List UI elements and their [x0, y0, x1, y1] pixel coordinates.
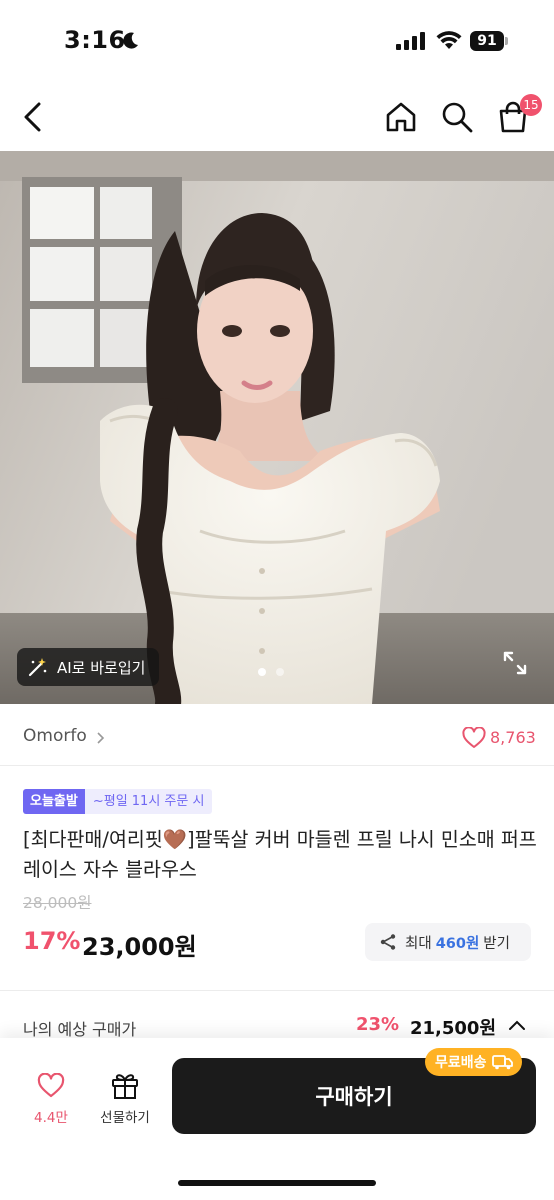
search-icon[interactable] [438, 98, 476, 136]
sale-price: 23,000원 [82, 933, 197, 961]
like-count: 8,763 [490, 728, 536, 747]
cellular-signal-icon [396, 32, 425, 50]
ai-try-on-label: AI로 바로입기 [57, 658, 146, 677]
delivery-badge: 오늘출발 ~평일 11시 주문 시 [23, 789, 213, 814]
ai-try-on-button[interactable]: AI로 바로입기 [17, 648, 159, 686]
wishlist-heart-icon[interactable] [37, 1073, 65, 1099]
moon-icon [123, 32, 138, 49]
gift-icon[interactable] [110, 1070, 140, 1100]
free-shipping-badge: 무료배송 [425, 1048, 522, 1076]
estimated-price-label: 나의 예상 구매가 [23, 1020, 137, 1039]
carousel-indicator [258, 668, 284, 676]
points-prefix: 최대 [405, 935, 432, 952]
estimated-discount-rate: 23% [356, 1014, 400, 1035]
status-bar: 3:16 91 [0, 0, 554, 80]
product-title: [최다판매/여리핏🤎]팔뚝살 커버 마들렌 프릴 나시 민소매 퍼프 레이스 자… [23, 828, 537, 881]
section-divider [0, 990, 554, 991]
delivery-truck-icon [491, 1055, 513, 1070]
status-time: 3:16 [64, 26, 126, 54]
top-nav-bar [0, 84, 554, 150]
battery-cap [505, 37, 508, 45]
brand-name[interactable]: Omorfo [23, 726, 87, 746]
chevron-up-icon[interactable] [508, 1018, 526, 1032]
fullscreen-expand-icon[interactable] [502, 650, 528, 676]
heart-icon[interactable] [462, 727, 486, 749]
product-detail-page: 3:16 91 15 AI로 바로입기 Omorfo 8,763 오늘출발 ~평… [0, 0, 554, 1200]
product-photo [0, 151, 554, 704]
battery-level: 91 [470, 31, 504, 51]
battery-indicator: 91 [470, 31, 510, 51]
points-amount: 460원 [435, 935, 480, 952]
points-reward-button[interactable]: 최대 460원 받기 [365, 923, 531, 961]
brand-row[interactable]: Omorfo 8,763 [0, 704, 554, 766]
magic-wand-icon [28, 658, 47, 677]
same-day-badge: 오늘출발 [23, 789, 85, 814]
wifi-icon [436, 31, 462, 49]
product-image-carousel[interactable] [0, 151, 554, 704]
home-icon[interactable] [382, 98, 420, 136]
discount-rate: 17% [23, 927, 81, 955]
back-arrow-icon[interactable] [14, 98, 52, 136]
estimated-price: 21,500원 [410, 1018, 497, 1039]
carousel-dot-active[interactable] [258, 668, 266, 676]
cart-count-badge: 15 [520, 94, 542, 116]
wishlist-count: 4.4만 [34, 1110, 68, 1126]
same-day-condition: ~평일 11시 주문 시 [84, 789, 213, 814]
share-icon [380, 934, 396, 950]
chevron-right-icon [97, 732, 105, 744]
free-shipping-label: 무료배송 [435, 1055, 487, 1071]
points-suffix: 받기 [483, 935, 510, 952]
carousel-dot[interactable] [276, 668, 284, 676]
home-indicator[interactable] [178, 1180, 376, 1186]
original-price: 28,000원 [23, 894, 92, 912]
gift-label[interactable]: 선물하기 [92, 1106, 158, 1126]
